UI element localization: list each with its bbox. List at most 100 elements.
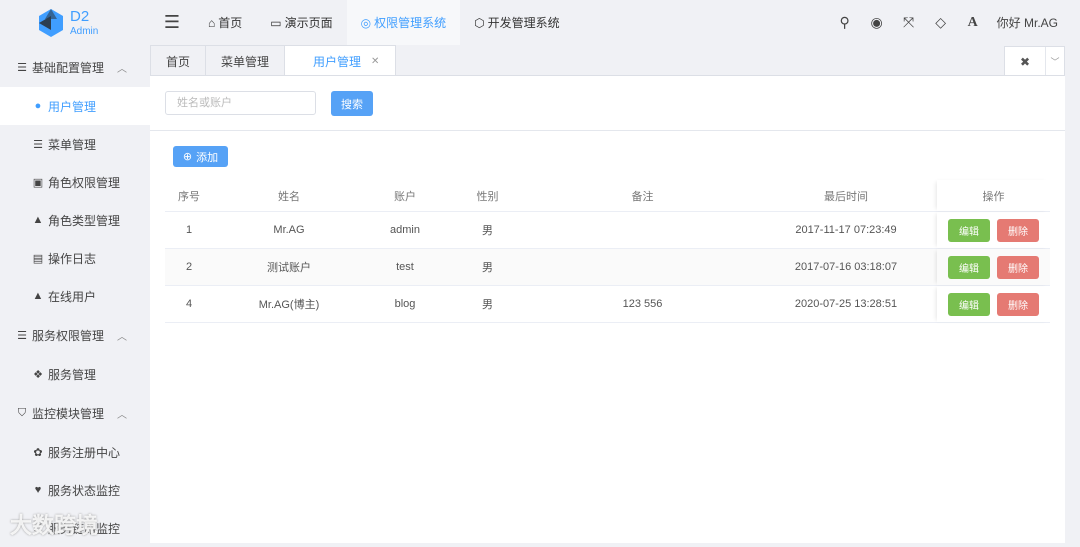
sidebar-item-1[interactable]: ● 用户管理 — [0, 87, 150, 125]
chevron-up-icon[interactable]: ︿ — [117, 60, 127, 75]
home-icon: ⌂ — [208, 15, 216, 30]
menu-toggle-icon[interactable]: ☰ — [150, 12, 194, 33]
nav-label: 权限管理系统 — [374, 16, 447, 30]
d2-logo-icon — [39, 9, 63, 37]
nav-label: 演示页面 — [284, 16, 333, 30]
tab-label: 用户管理 — [313, 54, 362, 69]
file-icon: ▤ — [32, 252, 44, 265]
sidebar-item-7[interactable]: ☰ 服务权限管理 ︿ — [0, 315, 150, 355]
delete-button[interactable]: 删除 — [997, 255, 1039, 279]
sidebar-item-label: 角色类型管理 — [48, 213, 121, 228]
nav-3[interactable]: ⬡ 开发管理系统 — [460, 0, 574, 45]
chevron-down-icon[interactable]: ﹀ — [1045, 47, 1064, 76]
folder-icon: ▭ — [270, 15, 282, 30]
nav-0[interactable]: ⌂ 首页 — [194, 0, 256, 45]
logo[interactable]: D2 Admin — [36, 8, 98, 38]
delete-button[interactable]: 删除 — [997, 218, 1039, 242]
table-row: 2 测试账户 test 男 2017-07-16 03:18:07 编辑 删除 — [165, 249, 1050, 286]
server-icon: ☰ — [17, 329, 27, 342]
table-cell: 男 — [482, 262, 493, 274]
table-cell: 1 — [185, 224, 193, 236]
nav-label: 开发管理系统 — [487, 16, 560, 30]
user-icon: ● — [34, 100, 42, 112]
plus-circle-icon: ⊕ — [182, 151, 193, 163]
sidebar-item-0[interactable]: ☰ 基础配置管理 ︿ — [0, 47, 150, 87]
lock-icon: ▲ — [32, 214, 44, 226]
table-cell: 2017-07-16 03:18:07 — [794, 261, 898, 273]
id-card-icon: ▣ — [32, 176, 44, 189]
search-bar: 搜索 — [150, 76, 1065, 131]
tab-1[interactable]: 菜单管理 — [205, 45, 286, 76]
tab-controls: ✖ ﹀ — [1004, 46, 1065, 76]
close-all-icon[interactable]: ✖ — [1005, 47, 1045, 76]
sidebar-item-11[interactable]: ♥ 服务状态监控 — [0, 471, 150, 509]
column-header: 最后时间 — [824, 190, 868, 203]
sidebar-item-3[interactable]: ▣ 角色权限管理 — [0, 163, 150, 201]
sidebar-item-10[interactable]: ✿ 服务注册中心 — [0, 433, 150, 471]
list-icon: ☰ — [17, 61, 27, 74]
table-cell — [530, 249, 755, 285]
search-icon[interactable]: ⚲ — [829, 14, 861, 31]
list-icon: ☰ — [33, 138, 43, 151]
add-label: 添加 — [196, 151, 219, 164]
sidebar-item-8[interactable]: ❖ 服务管理 — [0, 355, 150, 393]
chrome-icon: ◎ — [360, 15, 372, 30]
target-icon[interactable]: ◉ — [861, 14, 893, 31]
tab-0[interactable]: 首页 — [150, 45, 207, 76]
tab-bar: 首页 菜单管理 用户管理 ✕ — [150, 45, 397, 76]
brand-sub: Admin — [70, 26, 99, 37]
column-header: 性别 — [476, 190, 499, 203]
tab-2[interactable]: 用户管理 ✕ — [284, 45, 397, 76]
fullscreen-icon[interactable]: ⤧ — [893, 14, 925, 31]
edit-button[interactable]: 编辑 — [948, 292, 990, 316]
sidebar-item-4[interactable]: ▲ 角色类型管理 — [0, 201, 150, 239]
delete-button[interactable]: 删除 — [997, 292, 1039, 316]
sidebar-item-label: 服务注册中心 — [48, 445, 121, 460]
brand-name: D2 — [70, 8, 90, 25]
heartbeat-icon: ♥ — [34, 484, 42, 496]
sidebar-item-6[interactable]: ▲ 在线用户 — [0, 277, 150, 315]
diamond-icon[interactable]: ◇ — [925, 14, 957, 31]
chevron-up-icon[interactable]: ︿ — [117, 328, 127, 343]
table-cell — [530, 212, 755, 248]
sidebar-item-5[interactable]: ▤ 操作日志 — [0, 239, 150, 277]
table-cell: admin — [390, 224, 420, 236]
tab-label: 首页 — [166, 54, 191, 69]
sidebar-item-2[interactable]: ☰ 菜单管理 — [0, 125, 150, 163]
edit-button[interactable]: 编辑 — [948, 255, 990, 279]
sidebar-item-label: 服务管理 — [48, 367, 97, 382]
table-cell: 测试账户 — [267, 262, 311, 274]
search-input[interactable] — [165, 91, 316, 115]
table-cell: 2 — [185, 261, 193, 273]
sidebar-item-9[interactable]: ⛉ 监控模块管理 ︿ — [0, 393, 150, 433]
table-cell: blog — [394, 298, 416, 310]
nav-2[interactable]: ◎ 权限管理系统 — [346, 0, 461, 45]
close-icon[interactable]: ✕ — [371, 56, 379, 67]
top-nav: ☰ ⌂ 首页 ▭ 演示页面 ◎ 权限管理系统 ⬡ 开发管理系统 — [150, 0, 574, 45]
watermark: 大数跨境 — [10, 513, 99, 538]
sidebar-item-label: 服务状态监控 — [48, 483, 121, 498]
nav-1[interactable]: ▭ 演示页面 — [256, 0, 346, 45]
chevron-up-icon[interactable]: ︿ — [117, 406, 127, 421]
header-tools: ⚲ ◉ ⤧ ◇ A 你好 Mr.AG — [829, 0, 1058, 45]
column-header: 姓名 — [278, 190, 300, 203]
sidebar-item-label: 服务权限管理 — [32, 328, 105, 343]
column-header: 账户 — [394, 190, 416, 203]
sidebar-item-label: 操作日志 — [48, 251, 97, 266]
font-icon[interactable]: A — [957, 15, 989, 31]
search-button[interactable]: 搜索 — [331, 91, 373, 116]
edit-button[interactable]: 编辑 — [948, 218, 990, 242]
table-cell: 123 556 — [622, 298, 663, 310]
table-cell: 2020-07-25 13:28:51 — [794, 298, 898, 310]
user-menu[interactable]: 你好 Mr.AG — [997, 14, 1058, 31]
sidebar: ☰ 基础配置管理 ︿ ● 用户管理 ☰ 菜单管理 ▣ 角色权限管理 ▲ 角色类型管理 ▤ 操作日志 ▲ 在线… — [0, 47, 150, 547]
table-cell: 2017-11-17 07:23:49 — [795, 224, 897, 236]
sidebar-item-label: 基础配置管理 — [32, 60, 105, 75]
add-button[interactable]: ⊕ 添加 — [173, 146, 228, 167]
table-cell: test — [396, 261, 414, 273]
table-cell: 4 — [185, 298, 193, 310]
table-row: 4 Mr.AG(博主) blog 男 123 556 2020-07-25 13:28:5… — [165, 286, 1050, 323]
hexagon-icon: ⬡ — [474, 15, 485, 30]
lock-icon: ▲ — [32, 290, 44, 302]
table-header: 序号 姓名 账户 性别 备注 最后时间 操作 — [165, 180, 1050, 212]
